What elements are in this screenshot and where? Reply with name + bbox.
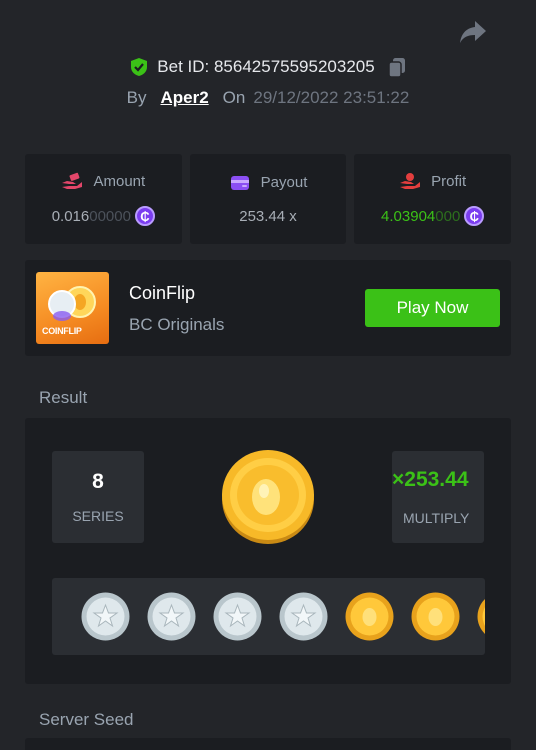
multiply-label: MULTIPLY bbox=[403, 510, 470, 526]
result-panel: 8 SERIES ×253.44 MULTIPLY bbox=[25, 418, 511, 684]
stat-payout: Payout 253.44 x bbox=[189, 154, 347, 244]
bet-meta-row: By Aper2 On 29/12/2022 23:51:22 bbox=[0, 88, 536, 108]
stat-payout-label: Payout bbox=[260, 174, 308, 191]
username-link[interactable]: Aper2 bbox=[160, 88, 208, 108]
coinflip-thumbnail[interactable]: COINFLIP bbox=[36, 272, 109, 344]
copy-icon[interactable] bbox=[387, 56, 407, 78]
profit-hand-icon bbox=[400, 173, 421, 189]
gold-coin-icon bbox=[411, 592, 460, 641]
multiply-value: ×253.44 bbox=[392, 468, 469, 491]
series-label: SERIES bbox=[72, 508, 124, 524]
silver-star-coin-icon bbox=[213, 592, 262, 641]
result-title: Result bbox=[39, 388, 88, 407]
on-label: On bbox=[222, 88, 246, 107]
thumbnail-label: COINFLIP bbox=[42, 326, 82, 336]
silver-star-coin-icon bbox=[81, 592, 130, 641]
bet-id-row: Bet ID: 85642575595203205 bbox=[0, 56, 536, 78]
gold-coin-icon bbox=[345, 592, 394, 641]
stat-amount-label: Amount bbox=[93, 172, 146, 190]
bc-coin-icon: ₵ bbox=[464, 206, 485, 226]
wallet-icon bbox=[230, 175, 249, 190]
coin-history-row bbox=[81, 592, 485, 641]
amount-value-bright: 0.016 bbox=[51, 207, 90, 225]
game-name: CoinFlip bbox=[129, 283, 196, 303]
bet-datetime: 29/12/2022 23:51:22 bbox=[253, 88, 410, 107]
stat-profit: Profit 4.03904000 ₵ bbox=[354, 154, 512, 244]
verified-shield-icon bbox=[131, 58, 148, 76]
gold-coin-result-icon bbox=[222, 450, 314, 544]
bet-id-label: Bet ID: 85642575595203205 bbox=[157, 57, 375, 76]
server-seed-panel bbox=[25, 738, 511, 750]
play-now-button[interactable]: Play Now bbox=[365, 289, 500, 327]
amount-value-dim: 00000 bbox=[89, 207, 131, 225]
server-seed-title: Server Seed bbox=[39, 710, 134, 729]
game-provider: BC Originals bbox=[129, 315, 225, 334]
bet-stats: Amount 0.01600000 ₵ Payout 253.44 x Prof… bbox=[25, 154, 512, 244]
game-card: COINFLIP CoinFlip BC Originals Play Now bbox=[25, 260, 511, 356]
by-label: By bbox=[126, 88, 147, 107]
series-box: 8 SERIES bbox=[52, 451, 144, 543]
profit-value-bright: 4.03904 bbox=[381, 207, 436, 225]
share-icon[interactable] bbox=[458, 18, 488, 46]
stat-profit-label: Profit bbox=[431, 172, 467, 190]
silver-star-coin-icon bbox=[279, 592, 328, 641]
series-value: 8 bbox=[92, 470, 104, 493]
profit-value-dim: 000 bbox=[435, 207, 461, 225]
bc-coin-icon: ₵ bbox=[134, 206, 155, 226]
gold-coin-icon bbox=[477, 599, 485, 634]
coin-history-strip[interactable] bbox=[52, 578, 485, 655]
multiply-box: ×253.44 MULTIPLY bbox=[392, 451, 484, 543]
payout-value: 253.44 x bbox=[239, 207, 297, 225]
amount-hand-icon bbox=[62, 172, 83, 189]
stat-amount: Amount 0.01600000 ₵ bbox=[25, 154, 182, 244]
silver-star-coin-icon bbox=[147, 592, 196, 641]
